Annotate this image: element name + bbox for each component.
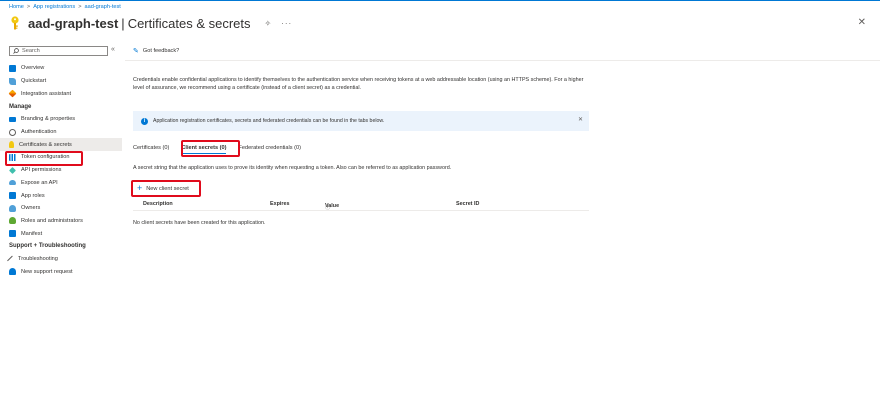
close-icon[interactable]: ✕ xyxy=(578,116,583,123)
empty-secrets-message: No client secrets have been created for … xyxy=(133,220,266,226)
roles-icon xyxy=(9,217,16,225)
sidebar-item-app-roles[interactable]: App roles xyxy=(0,189,122,202)
sidebar-nav: Overview Quickstart Integration assistan… xyxy=(0,62,122,278)
secrets-table-header: Description Expires Value ⓘ Secret ID xyxy=(133,199,589,211)
sidebar-item-label: API permissions xyxy=(21,167,62,174)
sidebar-item-overview[interactable]: Overview xyxy=(0,62,122,75)
breadcrumb-app[interactable]: aad-graph-test xyxy=(84,4,120,10)
sidebar-item-label: Troubleshooting xyxy=(18,256,58,263)
sidebar-item-roles-administrators[interactable]: Roles and administrators xyxy=(0,215,122,228)
collapse-sidebar-icon[interactable]: « xyxy=(111,46,115,53)
top-accent-line xyxy=(0,0,880,1)
info-icon: i xyxy=(141,117,148,125)
sidebar-item-label: Overview xyxy=(21,65,45,72)
sidebar-item-certificates-secrets[interactable]: Certificates & secrets xyxy=(0,138,122,152)
tab-certificates[interactable]: Certificates (0) xyxy=(133,145,169,154)
sidebar-item-integration-assistant[interactable]: Integration assistant xyxy=(0,87,122,100)
branding-icon xyxy=(9,116,16,122)
sidebar-item-troubleshooting[interactable]: Troubleshooting xyxy=(0,253,122,266)
sidebar-item-label: Integration assistant xyxy=(21,90,72,97)
sidebar-item-label: New support request xyxy=(21,268,73,275)
app-name-title: aad-graph-test xyxy=(28,15,119,31)
highlight-client-secrets-tab xyxy=(181,140,240,157)
cloud-icon xyxy=(9,180,16,186)
info-icon: ⓘ xyxy=(325,205,331,211)
sidebar-item-manifest[interactable]: Manifest xyxy=(0,227,122,240)
sidebar-item-label: Authentication xyxy=(21,129,57,136)
more-options-icon[interactable]: ··· xyxy=(281,19,292,28)
credentials-description: Credentials enable confidential applicat… xyxy=(133,77,584,91)
key-icon xyxy=(9,141,14,149)
info-banner-text: Application registration certificates, s… xyxy=(153,118,385,124)
page-header: aad-graph-test | Certificates & secrets … xyxy=(9,14,292,32)
highlight-certificates-secrets xyxy=(5,151,83,166)
rocket-icon xyxy=(8,89,17,98)
sidebar-item-branding[interactable]: Branding & properties xyxy=(0,113,122,126)
column-expires: Expires xyxy=(270,201,290,207)
sidebar-item-authentication[interactable]: Authentication xyxy=(0,126,122,139)
sidebar-item-label: Expose an API xyxy=(21,179,58,186)
breadcrumb-app-registrations[interactable]: App registrations xyxy=(33,4,75,10)
sidebar-section-manage: Manage xyxy=(9,103,32,110)
sidebar-item-label: Branding & properties xyxy=(21,116,76,123)
breadcrumb-separator: > xyxy=(26,4,31,10)
info-banner: i Application registration certificates,… xyxy=(133,111,589,131)
breadcrumb-home[interactable]: Home xyxy=(9,4,24,10)
sidebar-item-quickstart[interactable]: Quickstart xyxy=(0,75,122,88)
column-secret-id: Secret ID xyxy=(456,201,480,207)
sidebar-item-label: Roles and administrators xyxy=(21,217,83,224)
sidebar-item-label: Certificates & secrets xyxy=(19,141,72,148)
feedback-label: Got feedback? xyxy=(142,48,180,54)
search-input[interactable]: Search xyxy=(9,46,108,56)
owners-icon xyxy=(9,204,16,212)
sidebar-item-new-support-request[interactable]: New support request xyxy=(0,266,122,279)
tab-federated-credentials[interactable]: Federated credentials (0) xyxy=(238,145,301,154)
column-description: Description xyxy=(143,201,173,207)
support-request-icon xyxy=(9,268,16,276)
sidebar-item-label: Manifest xyxy=(21,230,43,237)
title-separator: | xyxy=(121,15,125,31)
close-icon[interactable]: ✕ xyxy=(858,17,866,28)
sidebar-item-expose-api[interactable]: Expose an API xyxy=(0,177,122,190)
breadcrumb-separator: > xyxy=(78,4,82,10)
api-permissions-icon xyxy=(9,166,16,174)
feedback-icon: ✎ xyxy=(133,48,139,55)
page-title: Certificates & secrets xyxy=(127,15,251,31)
pin-icon[interactable]: ✧ xyxy=(265,19,272,28)
sidebar-item-label: Owners xyxy=(21,205,41,212)
header-divider xyxy=(125,60,880,61)
sidebar-item-label: App roles xyxy=(21,192,45,199)
authentication-icon xyxy=(9,128,16,136)
search-placeholder: Search xyxy=(22,48,40,54)
quickstart-icon xyxy=(9,77,16,85)
key-icon xyxy=(9,16,21,30)
manifest-icon xyxy=(9,230,16,238)
wrench-icon xyxy=(7,255,15,264)
highlight-new-client-secret xyxy=(131,180,201,197)
sidebar-item-owners[interactable]: Owners xyxy=(0,202,122,215)
feedback-link[interactable]: ✎ Got feedback? xyxy=(133,47,179,55)
breadcrumb: Home > App registrations > aad-graph-test xyxy=(9,4,121,10)
overview-icon xyxy=(9,64,16,72)
client-secret-description: A secret string that the application use… xyxy=(133,165,452,171)
search-icon xyxy=(13,48,19,54)
sidebar-item-label: Quickstart xyxy=(21,78,47,85)
sidebar-section-support: Support + Troubleshooting xyxy=(9,243,86,250)
app-roles-icon xyxy=(9,192,16,200)
